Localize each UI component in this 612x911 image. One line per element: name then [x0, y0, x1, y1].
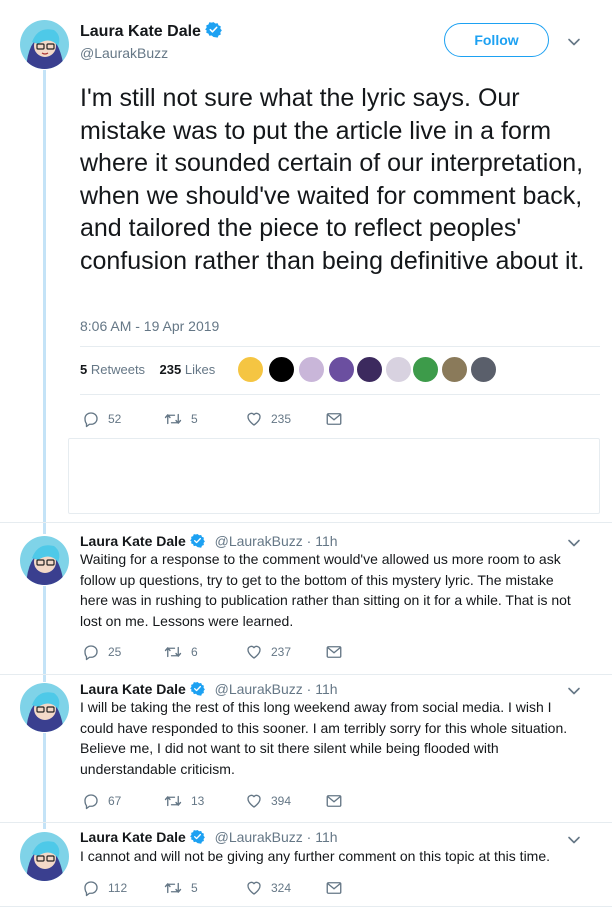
liker-avatar[interactable]: [237, 356, 264, 383]
like-icon: [247, 794, 261, 808]
chevron-down-icon[interactable]: [567, 833, 581, 847]
reply-author[interactable]: Laura Kate Dale @LaurakBuzz · 11h: [80, 681, 338, 697]
reply-icon: [84, 412, 98, 428]
reply-action[interactable]: 67: [82, 792, 121, 810]
reply-text: I cannot and will not be giving any furt…: [80, 848, 551, 864]
reply-handle[interactable]: @LaurakBuzz · 11h: [215, 533, 338, 549]
retweet-action[interactable]: 6: [163, 643, 198, 661]
retweet-action[interactable]: 5: [163, 410, 198, 428]
thread-connector-line: [43, 586, 46, 682]
verified-badge-icon: [189, 533, 205, 548]
verified-badge-icon: [205, 22, 223, 38]
avatar[interactable]: [20, 536, 69, 585]
like-icon: [247, 881, 261, 895]
reply-handle[interactable]: @LaurakBuzz · 11h: [215, 681, 338, 697]
liker-avatar[interactable]: [412, 356, 439, 383]
like-action[interactable]: 324: [245, 879, 291, 897]
direct-message-icon: [326, 413, 342, 425]
thread-connector-line: [43, 733, 46, 829]
author-name[interactable]: Laura Kate Dale: [80, 21, 223, 41]
reply-composer[interactable]: [68, 438, 600, 514]
divider: [80, 346, 600, 347]
reply-action[interactable]: 25: [82, 643, 121, 661]
divider: [0, 522, 612, 523]
chevron-down-icon[interactable]: [567, 35, 581, 49]
like-action[interactable]: 237: [245, 643, 291, 661]
liker-avatar[interactable]: [470, 356, 497, 383]
tweet-timestamp[interactable]: 8:06 AM - 19 Apr 2019: [80, 318, 219, 334]
engagement-stats: 5 Retweets 235 Likes: [80, 362, 215, 377]
reply-icon: [84, 645, 98, 661]
divider: [0, 906, 612, 907]
reply-handle[interactable]: @LaurakBuzz · 11h: [215, 829, 338, 845]
reply-action[interactable]: 112: [82, 879, 127, 897]
divider: [80, 394, 600, 395]
verified-badge-icon: [189, 829, 205, 844]
avatar[interactable]: [20, 20, 69, 69]
like-action[interactable]: 394: [245, 792, 291, 810]
reply-action[interactable]: 52: [82, 410, 121, 428]
direct-message-icon: [326, 795, 342, 807]
tweet-text: I'm still not sure what the lyric says. …: [80, 84, 585, 275]
thread-connector-line: [43, 70, 46, 534]
chevron-down-icon[interactable]: [567, 536, 581, 550]
reply-text: I will be taking the rest of this long w…: [80, 699, 568, 777]
verified-badge-icon: [189, 681, 205, 696]
retweet-icon: [164, 882, 182, 894]
retweet-icon: [164, 795, 182, 807]
liker-avatar[interactable]: [328, 356, 355, 383]
avatar[interactable]: [20, 832, 69, 881]
divider: [0, 674, 612, 675]
reply-author[interactable]: Laura Kate Dale @LaurakBuzz · 11h: [80, 533, 338, 549]
reply-author[interactable]: Laura Kate Dale @LaurakBuzz · 11h: [80, 829, 338, 845]
author-handle[interactable]: @LaurakBuzz: [80, 45, 168, 61]
reply-icon: [84, 794, 98, 810]
divider: [0, 822, 612, 823]
retweets-stat[interactable]: 5 Retweets: [80, 362, 145, 377]
direct-message-icon: [326, 646, 342, 658]
liker-avatar[interactable]: [385, 356, 412, 383]
retweet-icon: [164, 413, 182, 425]
direct-message-action[interactable]: [325, 410, 351, 428]
direct-message-action[interactable]: [325, 879, 351, 897]
liker-avatar[interactable]: [268, 356, 295, 383]
retweet-action[interactable]: 13: [163, 792, 204, 810]
like-action[interactable]: 235: [245, 410, 291, 428]
avatar[interactable]: [20, 683, 69, 732]
reply-icon: [84, 881, 98, 897]
liker-avatar[interactable]: [298, 356, 325, 383]
likes-stat[interactable]: 235 Likes: [160, 362, 216, 377]
direct-message-action[interactable]: [325, 643, 351, 661]
direct-message-action[interactable]: [325, 792, 351, 810]
liker-avatar[interactable]: [441, 356, 468, 383]
direct-message-icon: [326, 882, 342, 894]
like-icon: [247, 412, 261, 426]
chevron-down-icon[interactable]: [567, 684, 581, 698]
reply-text: Waiting for a response to the comment wo…: [80, 551, 571, 629]
liker-avatar[interactable]: [356, 356, 383, 383]
retweet-action[interactable]: 5: [163, 879, 198, 897]
like-icon: [247, 645, 261, 659]
retweet-icon: [164, 646, 182, 658]
follow-button[interactable]: Follow: [444, 23, 549, 57]
